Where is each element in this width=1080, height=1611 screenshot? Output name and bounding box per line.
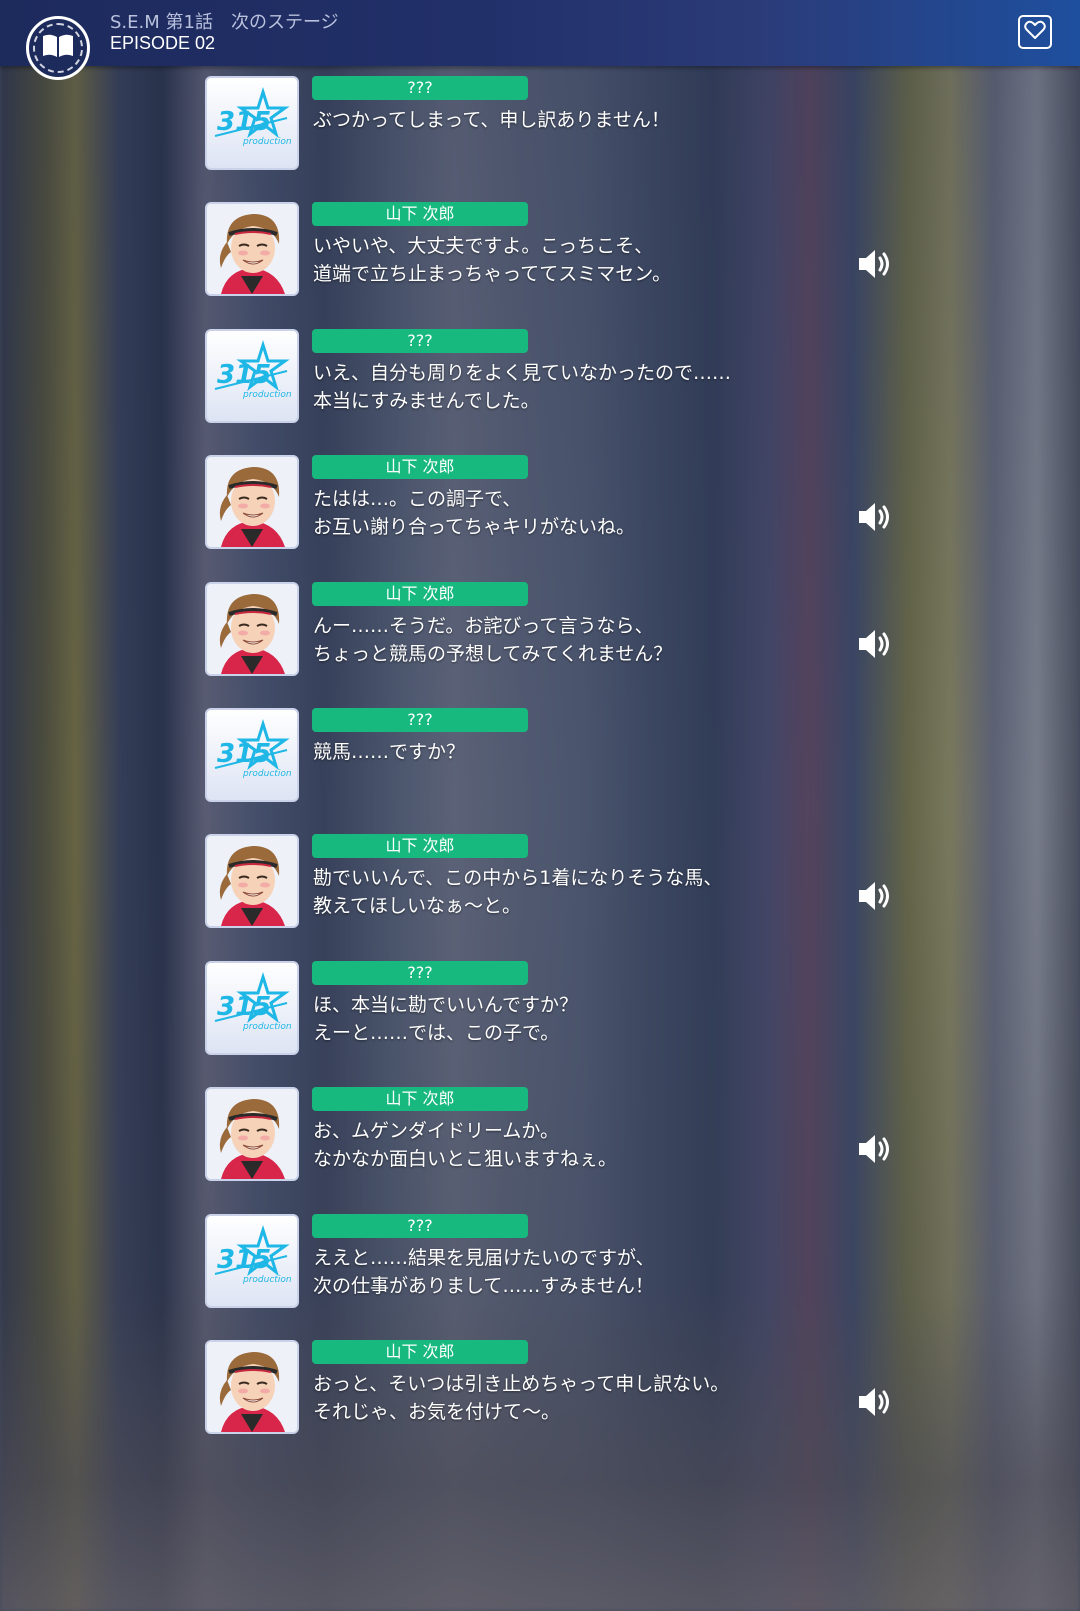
message-text: ほ、本当に勘でいいんですか？ えーと……では、この子で。: [313, 994, 579, 1044]
message-row: 山下 次郎いやいや、大丈夫ですよ。こっちこそ、 道端で立ち止まっちゃっててスミマ…: [205, 202, 905, 298]
svg-text:production: production: [242, 390, 292, 400]
episode-header: S.E.M 第1話 次のステージ EPISODE 02: [0, 0, 1080, 80]
heart-icon: [1024, 20, 1046, 44]
message-row: 315 production ??? ほ、本当に勘でいいんですか？ えーと……では…: [205, 961, 905, 1057]
speaker-voice-icon[interactable]: [855, 499, 895, 535]
message-row: 山下 次郎たはは…。この調子で、 お互い謝り合ってちゃキリがないね。: [205, 455, 905, 551]
avatar-315-production-logo: 315 production: [205, 76, 299, 170]
message-text: いやいや、大丈夫ですよ。こっちこそ、 道端で立ち止まっちゃっててスミマセン。: [313, 235, 672, 285]
avatar-315-production-logo: 315 production: [205, 1214, 299, 1308]
avatar-315-production-logo: 315 production: [205, 329, 299, 423]
speaker-voice-icon[interactable]: [855, 1131, 895, 1167]
speaker-name-tag: ???: [312, 961, 528, 985]
speaker-name-tag: 山下 次郎: [312, 1340, 528, 1364]
message-row: 315 production ??? いえ、自分も周りをよく見ていなかったので………: [205, 329, 905, 425]
speaker-name-tag: ???: [312, 76, 528, 100]
message-row: 315 production ??? ぶつかってしまって、申し訳ありません！: [205, 76, 905, 172]
svg-text:production: production: [242, 137, 292, 147]
avatar-yamashita-jiro: [205, 202, 299, 296]
message-text: おっと、そいつは引き止めちゃって申し訳ない。 それじゃ、お気を付けて～。: [313, 1373, 730, 1423]
speaker-name-tag: 山下 次郎: [312, 202, 528, 226]
speaker-name-tag: 山下 次郎: [312, 834, 528, 858]
message-text: たはは…。この調子で、 お互い謝り合ってちゃキリがないね。: [313, 488, 636, 538]
message-text: 勘でいいんで、この中から1着になりそうな馬、 教えてほしいなぁ～と。: [313, 867, 723, 917]
speaker-name-tag: 山下 次郎: [312, 1087, 528, 1111]
avatar-yamashita-jiro: [205, 1087, 299, 1181]
avatar-yamashita-jiro: [205, 582, 299, 676]
book-icon: [41, 33, 75, 63]
speaker-name-tag: ???: [312, 708, 528, 732]
favorite-button[interactable]: [1018, 15, 1052, 49]
avatar-315-production-logo: 315 production: [205, 961, 299, 1055]
episode-subtitle: S.E.M 第1話 次のステージ: [110, 12, 339, 33]
message-text: んー……そうだ。お詫びって言うなら、 ちょっと競馬の予想してみてくれません？: [313, 615, 673, 665]
message-text: ぶつかってしまって、申し訳ありません！: [313, 109, 670, 131]
message-text: いえ、自分も周りをよく見ていなかったので…… 本当にすみませんでした。: [313, 362, 732, 412]
speaker-name-tag: ???: [312, 329, 528, 353]
svg-text:production: production: [242, 1275, 292, 1285]
message-row: 315 production ??? 競馬……ですか？: [205, 708, 905, 804]
speaker-name-tag: 山下 次郎: [312, 455, 528, 479]
speaker-voice-icon[interactable]: [855, 1384, 895, 1420]
message-row: 山下 次郎お、ムゲンダイドリームか。 なかなか面白いとこ狙いますねぇ。: [205, 1087, 905, 1183]
speaker-voice-icon[interactable]: [855, 626, 895, 662]
message-text: ええと……結果を見届けたいのですが、 次の仕事がありまして……すみません！: [313, 1247, 655, 1297]
message-text: お、ムゲンダイドリームか。 なかなか面白いとこ狙いますねぇ。: [313, 1120, 618, 1170]
message-row: 山下 次郎んー……そうだ。お詫びって言うなら、 ちょっと競馬の予想してみてくれま…: [205, 582, 905, 678]
svg-text:production: production: [242, 1022, 292, 1032]
speaker-voice-icon[interactable]: [855, 878, 895, 914]
avatar-315-production-logo: 315 production: [205, 708, 299, 802]
book-button[interactable]: [26, 16, 90, 80]
avatar-yamashita-jiro: [205, 455, 299, 549]
svg-text:production: production: [242, 769, 292, 779]
message-row: 山下 次郎おっと、そいつは引き止めちゃって申し訳ない。 それじゃ、お気を付けて～…: [205, 1340, 905, 1436]
message-text: 競馬……ですか？: [313, 741, 466, 763]
avatar-yamashita-jiro: [205, 1340, 299, 1434]
episode-title: EPISODE 02: [110, 33, 216, 53]
avatar-yamashita-jiro: [205, 834, 299, 928]
speaker-name-tag: ???: [312, 1214, 528, 1238]
message-row: 山下 次郎勘でいいんで、この中から1着になりそうな馬、 教えてほしいなぁ～と。: [205, 834, 905, 930]
speaker-voice-icon[interactable]: [855, 246, 895, 282]
message-row: 315 production ??? ええと……結果を見届けたいのですが、 次の仕…: [205, 1214, 905, 1310]
speaker-name-tag: 山下 次郎: [312, 582, 528, 606]
